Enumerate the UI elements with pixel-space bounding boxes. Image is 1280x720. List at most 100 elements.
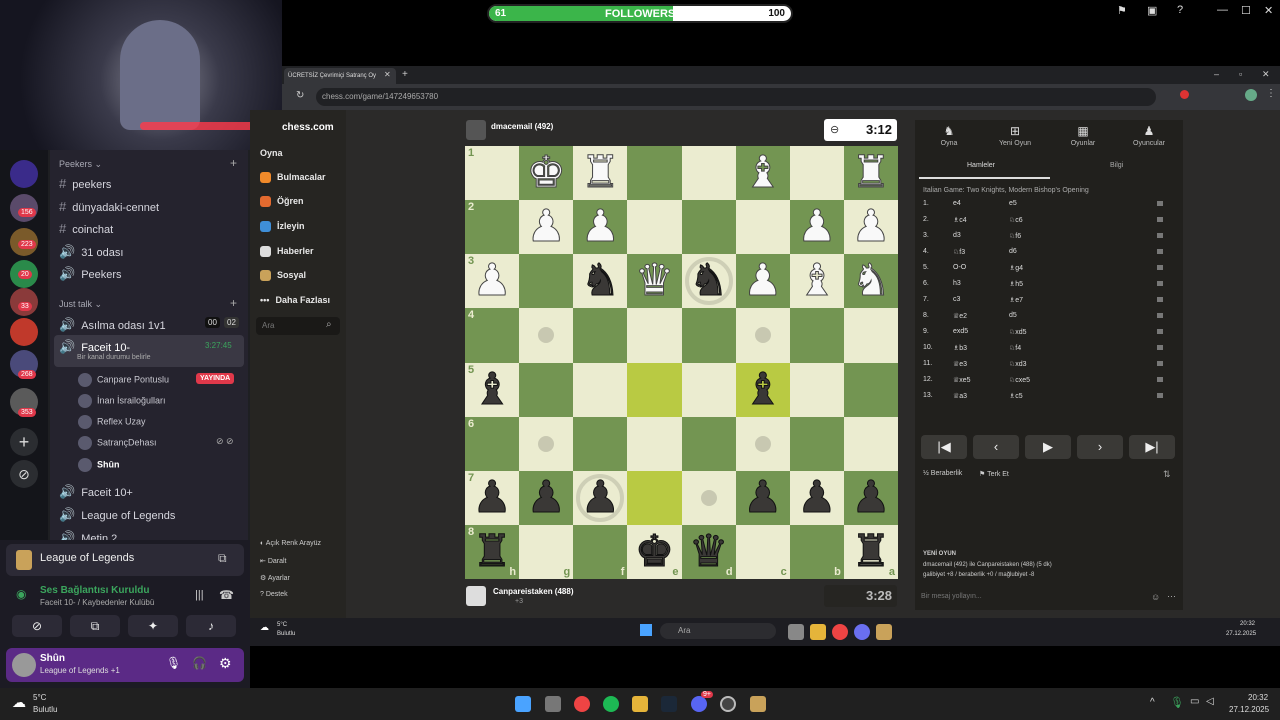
board-square[interactable]: ♝ bbox=[789, 254, 844, 309]
channel-faceit10-plus[interactable]: 🔊 Faceit 10+ bbox=[59, 484, 133, 500]
board-square[interactable]: ♜ bbox=[843, 146, 898, 201]
weather-icon[interactable]: ☁ bbox=[12, 694, 26, 711]
search-icon[interactable]: ⌕ bbox=[326, 319, 332, 330]
board-square[interactable]: d ♛ bbox=[681, 524, 736, 579]
add-channel-icon[interactable]: + bbox=[230, 296, 237, 310]
channel-peekers-voice[interactable]: 🔊 Peekers bbox=[59, 266, 122, 282]
black-move[interactable]: ♘cxe5 bbox=[1009, 376, 1030, 384]
white-move[interactable]: ♕a3 bbox=[953, 392, 967, 400]
white-bishop[interactable]: ♝ bbox=[742, 150, 782, 195]
white-pawn[interactable]: ♟ bbox=[526, 204, 566, 249]
move-hint-dot[interactable] bbox=[754, 435, 771, 452]
category-just-talk[interactable]: Just talk ⌄ bbox=[59, 299, 102, 310]
black-pawn[interactable]: ♟ bbox=[742, 475, 782, 520]
league-icon[interactable] bbox=[750, 696, 766, 712]
white-rook[interactable]: ♜ bbox=[851, 150, 891, 195]
board-square[interactable] bbox=[519, 362, 574, 417]
move-hint-dot[interactable] bbox=[700, 489, 717, 506]
black-pawn[interactable]: ♟ bbox=[526, 475, 566, 520]
league-icon[interactable] bbox=[876, 624, 892, 640]
board-square[interactable]: b bbox=[789, 524, 844, 579]
obs-icon[interactable] bbox=[720, 696, 736, 712]
reload-icon[interactable]: ↻ bbox=[296, 90, 304, 101]
url-input[interactable]: chess.com/game/147249653780 bbox=[316, 88, 1156, 106]
opponent-avatar[interactable] bbox=[466, 120, 486, 140]
volume-icon[interactable]: ◁ bbox=[1206, 696, 1214, 707]
voice-member-self[interactable]: Shûn bbox=[78, 458, 120, 472]
white-move[interactable]: ♗b3 bbox=[953, 344, 967, 352]
voice-member[interactable]: Canpare Pontuslu bbox=[78, 373, 169, 387]
board-square[interactable]: ♟ bbox=[789, 200, 844, 255]
board-square[interactable] bbox=[789, 146, 844, 201]
add-server-icon[interactable]: + bbox=[10, 428, 38, 456]
channel-asilma[interactable]: 🔊 Asılma odası 1v1 bbox=[59, 317, 166, 333]
menu-dots-icon[interactable]: ⋮ bbox=[1266, 88, 1276, 99]
board-square[interactable]: ♞ bbox=[843, 254, 898, 309]
new-tab-icon[interactable]: + bbox=[402, 69, 408, 80]
network-icon[interactable]: ▭ bbox=[1190, 696, 1199, 707]
spotify-icon[interactable] bbox=[603, 696, 619, 712]
mic-icon[interactable]: 🎙 bbox=[166, 656, 181, 670]
channel-coinchat[interactable]: # coinchat bbox=[59, 221, 113, 236]
chrome-icon[interactable] bbox=[832, 624, 848, 640]
player-name[interactable]: Canpareistaken (488) bbox=[493, 587, 573, 596]
white-rook[interactable]: ♜ bbox=[580, 150, 620, 195]
black-move[interactable]: d5 bbox=[1009, 312, 1017, 319]
steam-icon[interactable] bbox=[661, 696, 677, 712]
avatar[interactable] bbox=[12, 653, 36, 677]
opponent-name[interactable]: dmacemail (492) bbox=[491, 122, 553, 131]
subtab-info[interactable]: Bilgi bbox=[1110, 162, 1123, 169]
white-pawn[interactable]: ♟ bbox=[580, 204, 620, 249]
board-square[interactable]: ♟ bbox=[843, 200, 898, 255]
black-rook[interactable]: ♜ bbox=[472, 529, 512, 574]
board-square[interactable] bbox=[627, 146, 682, 201]
board-square[interactable] bbox=[735, 416, 790, 471]
voice-member[interactable]: İnan İsrailoğulları bbox=[78, 394, 166, 408]
black-knight[interactable]: ♞ bbox=[580, 258, 620, 303]
move-hint-dot[interactable] bbox=[538, 327, 555, 344]
nav-social[interactable]: Sosyal bbox=[260, 270, 306, 282]
board-square[interactable]: ♟ bbox=[735, 470, 790, 525]
nav-puzzles[interactable]: Bulmacalar bbox=[260, 172, 326, 184]
resign-button[interactable]: ⚑ Terk Et bbox=[979, 470, 1009, 478]
white-pawn[interactable]: ♟ bbox=[797, 204, 837, 249]
board-square[interactable]: ♟ bbox=[735, 254, 790, 309]
first-move-button[interactable]: |◀ bbox=[921, 435, 967, 459]
black-bishop[interactable]: ♝ bbox=[742, 367, 782, 412]
black-move[interactable]: ♘f6 bbox=[1009, 232, 1021, 240]
move-hint-dot[interactable] bbox=[538, 435, 555, 452]
board-square[interactable]: 8 h ♜ bbox=[465, 524, 520, 579]
black-move[interactable]: ♗e7 bbox=[1009, 296, 1023, 304]
support-button[interactable]: ? Destek bbox=[260, 591, 288, 598]
maximize-icon[interactable]: ☐ bbox=[1241, 4, 1251, 17]
mic-tray-icon[interactable]: 🎙 bbox=[1170, 696, 1184, 709]
voice-member[interactable]: Reflex Uzay bbox=[78, 415, 146, 429]
tab-players[interactable]: ♟ Oyuncular bbox=[1119, 124, 1179, 147]
windows-start-icon[interactable] bbox=[515, 696, 531, 712]
board-square[interactable] bbox=[843, 308, 898, 363]
board-square[interactable]: c bbox=[735, 524, 790, 579]
channel-dunyadaki-cennet[interactable]: # dünyadaki-cennet bbox=[59, 199, 159, 214]
move-hint-dot[interactable] bbox=[754, 327, 771, 344]
profile-avatar[interactable] bbox=[1245, 89, 1257, 101]
white-move[interactable]: d3 bbox=[953, 232, 961, 239]
board-square[interactable]: ♟ bbox=[789, 470, 844, 525]
minimize-icon[interactable]: — bbox=[1217, 4, 1228, 16]
board-square[interactable]: 1 bbox=[465, 146, 520, 201]
board-square[interactable] bbox=[789, 362, 844, 417]
board-square[interactable] bbox=[573, 362, 628, 417]
server-icon[interactable] bbox=[10, 318, 38, 346]
white-move[interactable]: e4 bbox=[953, 200, 961, 207]
black-move[interactable]: ♗g4 bbox=[1009, 264, 1023, 272]
add-channel-icon[interactable]: + bbox=[230, 156, 237, 170]
board-square[interactable]: 7 ♟ bbox=[465, 470, 520, 525]
white-move[interactable]: ♕e2 bbox=[953, 312, 967, 320]
discover-icon[interactable]: ⊘ bbox=[10, 460, 38, 488]
weather-icon[interactable]: ☁ bbox=[260, 622, 269, 633]
category-peekers[interactable]: Peekers ⌄ bbox=[59, 159, 102, 170]
settings-gear-icon[interactable]: ⚙ bbox=[219, 655, 232, 672]
discord-icon[interactable] bbox=[854, 624, 870, 640]
black-move[interactable]: ♗h5 bbox=[1009, 280, 1023, 288]
white-move[interactable]: ♕xe5 bbox=[953, 376, 971, 384]
black-move[interactable]: ♘c6 bbox=[1009, 216, 1023, 224]
